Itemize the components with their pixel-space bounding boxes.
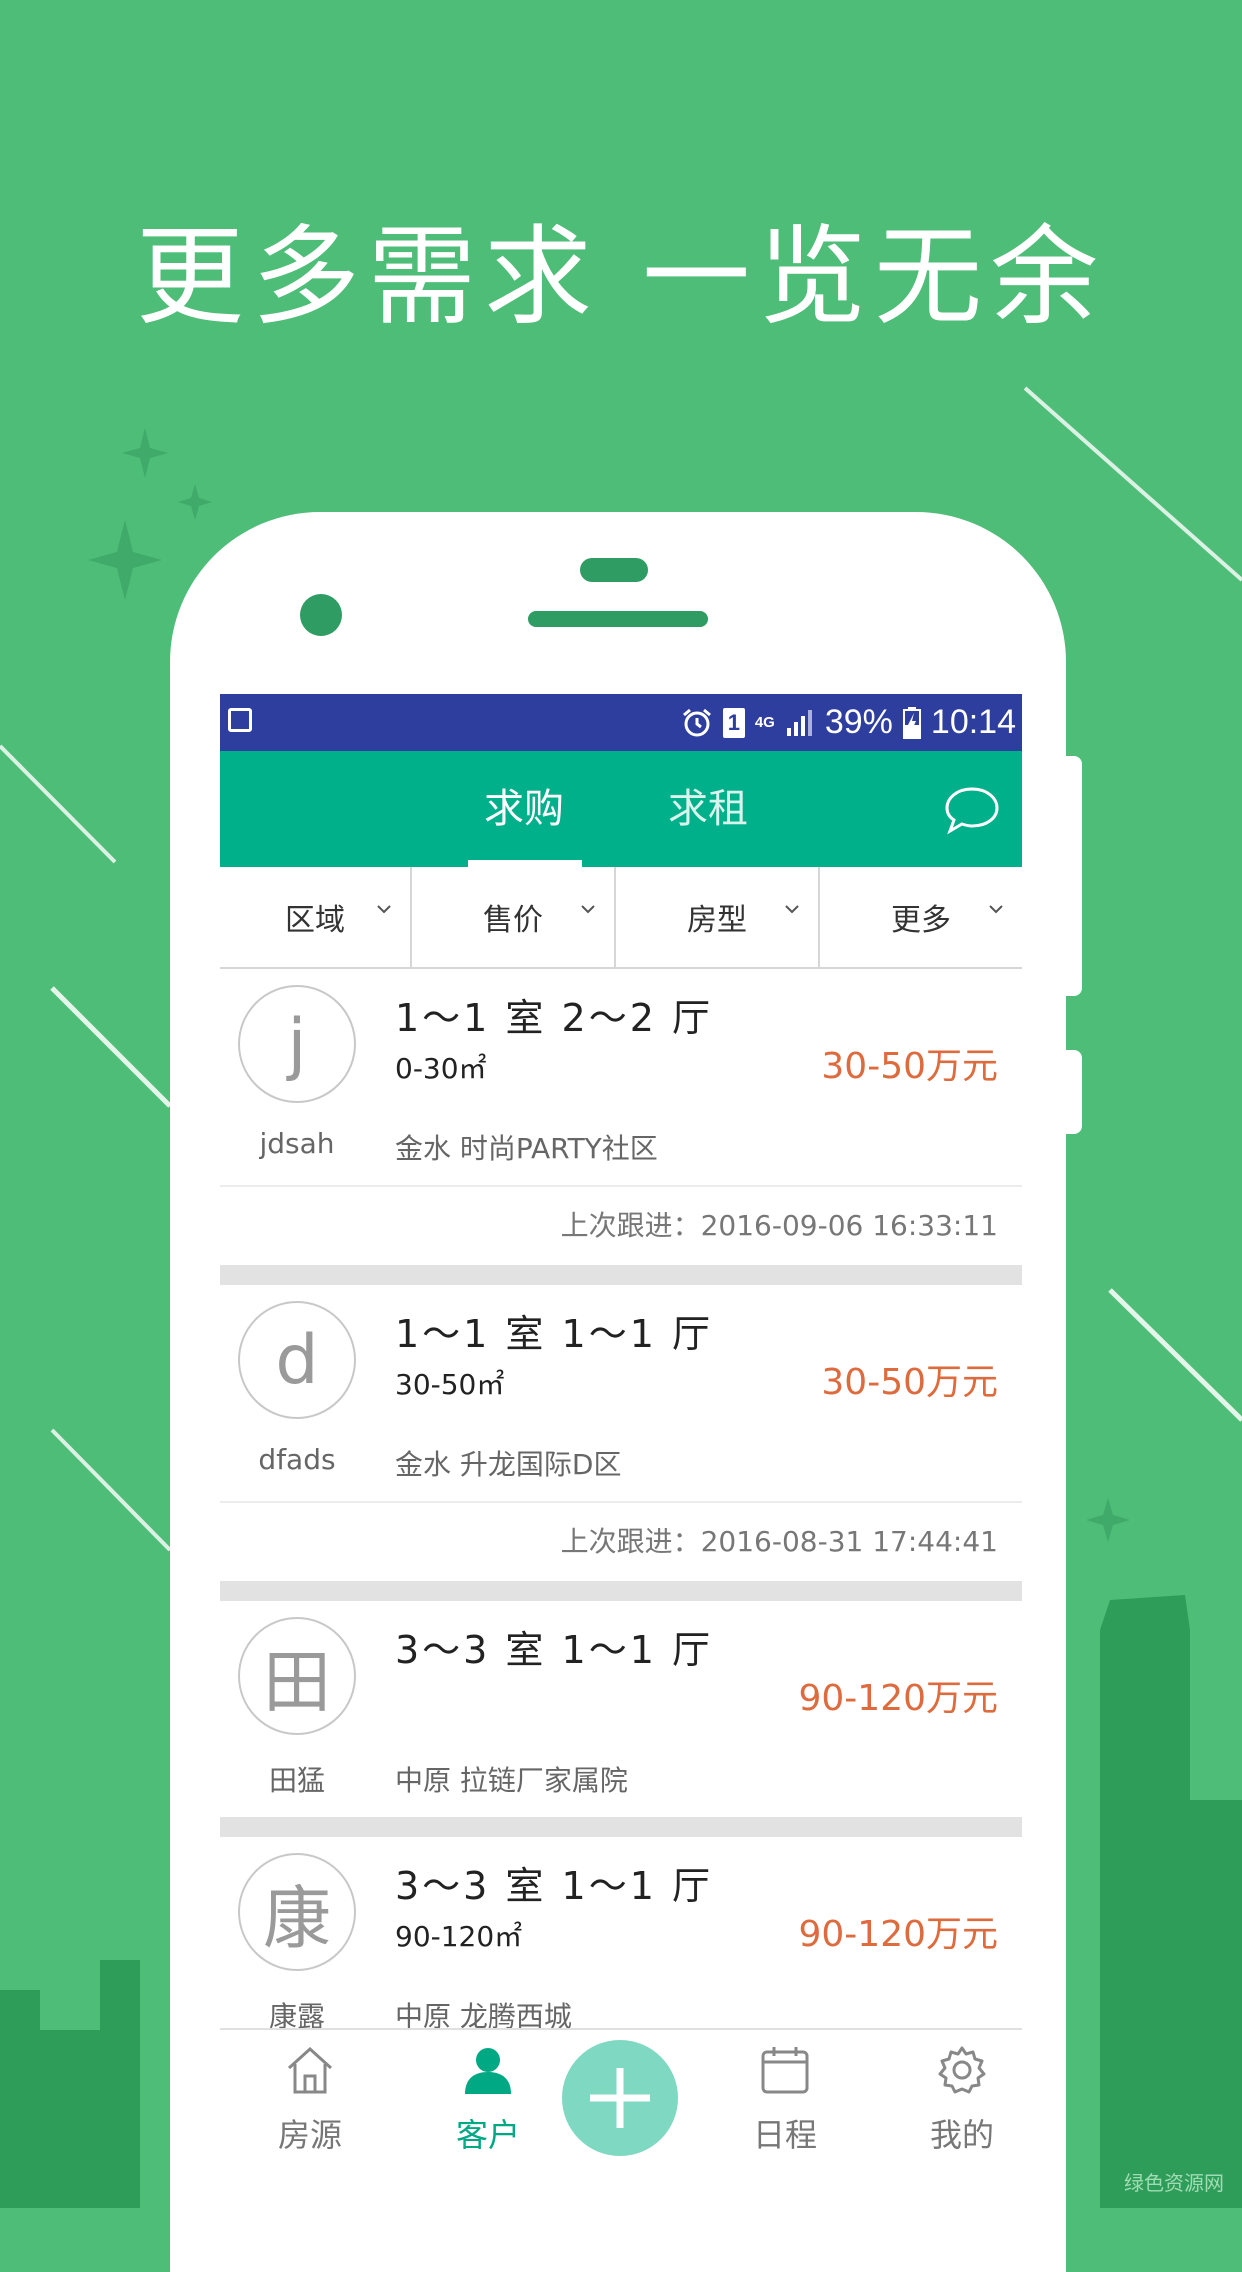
district: 中原 拉链厂家属院 xyxy=(395,1764,628,1797)
home-icon xyxy=(287,2046,333,2094)
front-camera xyxy=(300,594,342,636)
area-range: 30-50㎡ xyxy=(395,1368,505,1401)
person-icon xyxy=(465,2048,511,2094)
filter-room-type[interactable]: 房型 xyxy=(616,867,820,967)
proximity-sensor xyxy=(580,558,648,582)
tab-rent[interactable]: 求租 xyxy=(668,751,748,867)
plus-icon xyxy=(590,2068,650,2128)
promo-title: 更多需求 一览无余 xyxy=(135,215,1107,340)
price-range: 30-50万元 xyxy=(821,1046,998,1087)
add-button[interactable] xyxy=(562,2040,678,2156)
customer-name: jdsah xyxy=(259,1127,335,1160)
watermark: 绿色资源网 xyxy=(1124,2171,1224,2195)
active-tab-indicator xyxy=(468,860,582,867)
filter-price[interactable]: 售价 xyxy=(412,867,616,967)
chevron-down-icon xyxy=(989,905,1003,914)
avatar: 田 xyxy=(238,1617,356,1735)
list-item[interactable]: 田 田猛 3～3 室 1～1 厅 90-120万元 中原 拉链厂家属院 xyxy=(220,1601,1022,1837)
alarm-icon xyxy=(682,708,711,736)
nav-label: 我的 xyxy=(929,2116,994,2154)
room-type: 3～3 室 1～1 厅 xyxy=(395,1864,713,1908)
tab-buy[interactable]: 求购 xyxy=(484,751,564,867)
filter-label: 房型 xyxy=(687,903,747,938)
district: 金水 时尚PARTY社区 xyxy=(395,1132,658,1165)
nav-customers[interactable]: 客户 xyxy=(428,2030,548,2164)
filter-label: 更多 xyxy=(891,903,951,938)
gear-icon xyxy=(938,2046,986,2094)
chevron-down-icon xyxy=(377,905,391,914)
list-item[interactable]: 康 康露 3～3 室 1～1 厅 90-120㎡ 90-120万元 中原 龙腾西… xyxy=(220,1837,1022,2053)
price-range: 90-120万元 xyxy=(798,1914,998,1955)
room-type: 3～3 室 1～1 厅 xyxy=(395,1628,713,1672)
signal-icon xyxy=(786,709,812,736)
nav-label: 日程 xyxy=(752,2116,817,2154)
filter-more[interactable]: 更多 xyxy=(820,867,1022,967)
filter-label: 售价 xyxy=(483,903,543,938)
sim-icon: 1 xyxy=(722,707,745,738)
nav-label: 房源 xyxy=(277,2116,342,2154)
filter-label: 区域 xyxy=(285,903,345,938)
room-type: 1～1 室 2～2 厅 xyxy=(395,996,713,1040)
avatar: d xyxy=(238,1301,356,1419)
nav-schedule[interactable]: 日程 xyxy=(725,2030,845,2164)
chat-bubble-icon[interactable] xyxy=(944,785,1000,835)
last-follow-up: 上次跟进：2016-09-06 16:33:11 xyxy=(220,1185,1022,1265)
chevron-down-icon xyxy=(785,905,799,914)
price-range: 90-120万元 xyxy=(798,1678,998,1719)
price-range: 30-50万元 xyxy=(821,1362,998,1403)
area-range: 90-120㎡ xyxy=(395,1920,523,1953)
list-item[interactable]: j jdsah 1～1 室 2～2 厅 0-30㎡ 30-50万元 金水 时尚P… xyxy=(220,969,1022,1285)
last-follow-up: 上次跟进：2016-08-31 17:44:41 xyxy=(220,1501,1022,1581)
nav-profile[interactable]: 我的 xyxy=(902,2030,1022,2164)
filter-bar: 区域 售价 房型 更多 xyxy=(220,867,1022,969)
app-screen: 1 4G 39% 10:14 求购 求租 区域 售价 房型 更多 j jdsah… xyxy=(220,694,1022,2164)
image-icon xyxy=(228,708,252,732)
filter-area[interactable]: 区域 xyxy=(220,867,412,967)
battery-percent: 39% xyxy=(824,703,893,741)
network-icon: 4G xyxy=(754,713,775,731)
power-button xyxy=(1066,756,1082,996)
clock: 10:14 xyxy=(930,703,1016,741)
bottom-navigation: 房源 客户 日程 我的 xyxy=(220,2028,1022,2164)
calendar-icon xyxy=(761,2047,809,2094)
app-bar: 求购 求租 xyxy=(220,751,1022,867)
avatar: 康 xyxy=(238,1853,356,1971)
customer-name: dfads xyxy=(258,1443,336,1476)
room-type: 1～1 室 1～1 厅 xyxy=(395,1312,713,1356)
battery-icon xyxy=(902,706,921,739)
volume-button xyxy=(1066,1050,1082,1134)
district: 金水 升龙国际D区 xyxy=(395,1448,622,1481)
status-bar: 1 4G 39% 10:14 xyxy=(220,694,1022,751)
area-range: 0-30㎡ xyxy=(395,1052,487,1085)
avatar: j xyxy=(238,985,356,1103)
list-item[interactable]: d dfads 1～1 室 1～1 厅 30-50㎡ 30-50万元 金水 升龙… xyxy=(220,1285,1022,1601)
nav-label: 客户 xyxy=(455,2116,520,2154)
customer-name: 田猛 xyxy=(268,1764,325,1797)
earpiece-speaker xyxy=(528,611,708,627)
nav-listings[interactable]: 房源 xyxy=(250,2030,370,2164)
chevron-down-icon xyxy=(581,905,595,914)
